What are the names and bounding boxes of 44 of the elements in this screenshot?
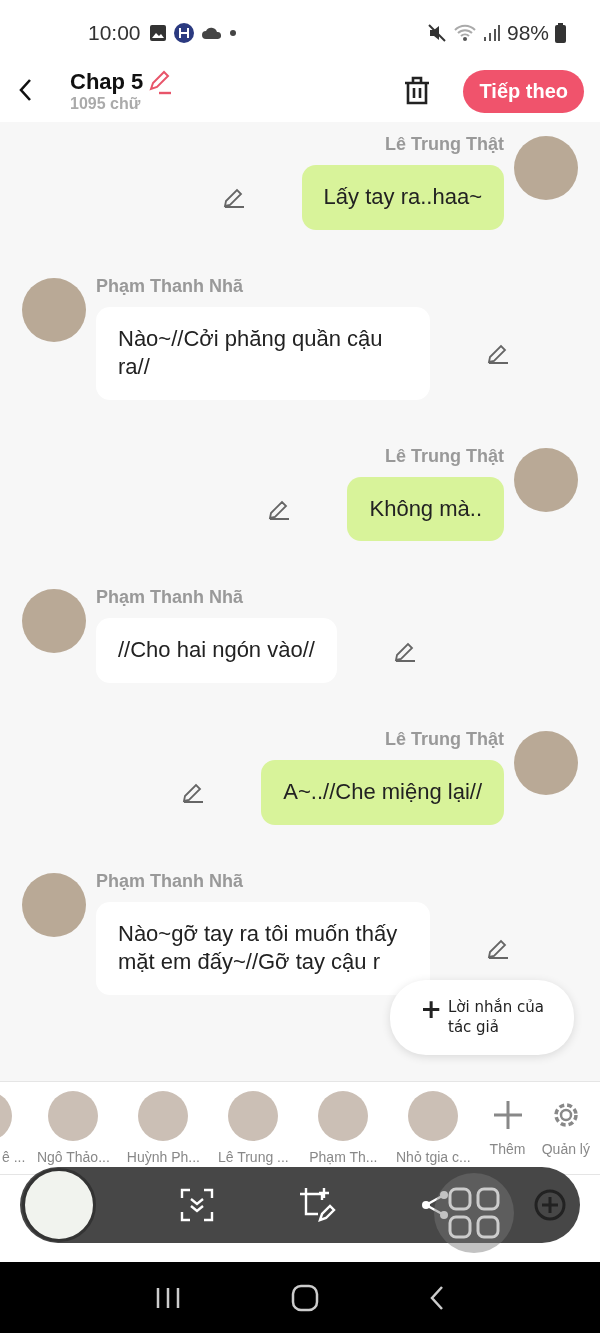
word-count: 1095 chữ xyxy=(70,95,142,113)
author-name: Lê Trung Thật xyxy=(385,445,504,467)
chapter-title: Chap 5 xyxy=(70,69,144,95)
dot-icon xyxy=(228,29,237,37)
next-button[interactable]: Tiếp theo xyxy=(463,69,584,113)
crop-edit-icon[interactable] xyxy=(298,1186,336,1224)
plus-icon[interactable] xyxy=(491,1099,524,1131)
author-name: Lê Trung Thật xyxy=(385,134,504,155)
message-bubble: Nào~//Cởi phăng quần cậu ra// xyxy=(96,306,430,400)
character-item[interactable]: ê ... xyxy=(0,1091,26,1165)
edit-icon[interactable] xyxy=(147,69,174,95)
message-bubble: //Cho hai ngón vào// xyxy=(96,618,337,683)
character-item[interactable]: Lê Trung ... xyxy=(211,1091,296,1165)
character-item[interactable]: Huỳnh Ph... xyxy=(121,1091,206,1165)
message-bubble: Nào~gỡ tay ra tôi muốn thấy mặt em đấy~//Gỡ tay cậu r xyxy=(96,901,430,995)
add-character-button[interactable]: Thêm xyxy=(481,1099,534,1157)
author-name: Phạm Thanh Nhã xyxy=(96,870,244,892)
screenshot-thumbnail[interactable] xyxy=(22,1168,96,1242)
cloud-icon xyxy=(200,26,223,40)
grid-icon[interactable] xyxy=(434,1173,514,1253)
character-item[interactable]: Phạm Th... xyxy=(301,1091,386,1165)
status-time: 10:00 xyxy=(88,21,141,45)
signal-icon xyxy=(482,24,501,42)
author-name: Phạm Thanh Nhã xyxy=(96,587,244,609)
image-icon xyxy=(148,24,167,42)
trash-icon[interactable] xyxy=(403,76,432,106)
recent-apps-icon[interactable] xyxy=(155,1285,181,1310)
mute-icon xyxy=(426,23,447,43)
author-name: Lê Trung Thật xyxy=(385,728,504,750)
scan-icon[interactable] xyxy=(180,1188,214,1222)
character-item[interactable]: Ngô Thảo... xyxy=(31,1091,116,1165)
wifi-icon xyxy=(452,23,477,43)
message-bubble: Không mà.. xyxy=(347,476,504,542)
message-bubble: A~..//Che miệng lại// xyxy=(261,759,504,825)
app-icon xyxy=(172,22,195,44)
battery-percent: 98% xyxy=(506,21,549,45)
home-icon[interactable] xyxy=(291,1283,319,1312)
battery-icon xyxy=(555,23,566,43)
share-icon[interactable] xyxy=(420,1189,450,1221)
manage-button[interactable]: Quản lý xyxy=(539,1099,592,1157)
back-icon[interactable] xyxy=(429,1284,445,1311)
message-bubble: Lấy tay ra..haa~ xyxy=(301,165,504,230)
author-name: Phạm Thanh Nhã xyxy=(96,275,244,297)
character-item[interactable]: Nhỏ tgia c... xyxy=(391,1091,476,1165)
